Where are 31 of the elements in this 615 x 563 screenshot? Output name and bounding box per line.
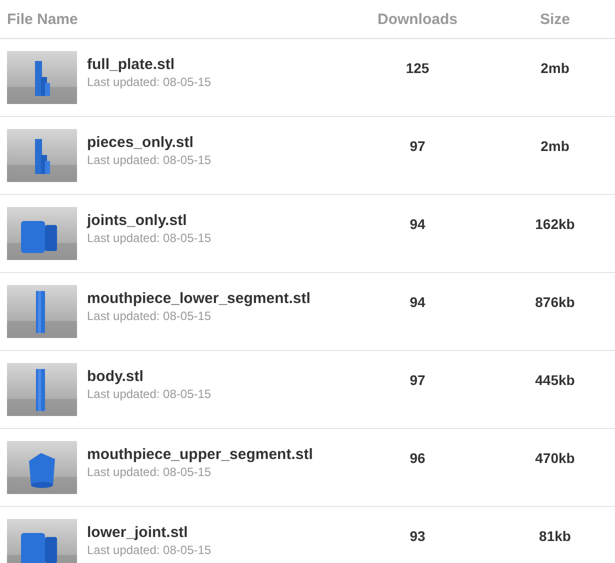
last-updated: Last updated: 08-05-15 (87, 387, 212, 401)
file-size: 876kb (535, 294, 575, 310)
file-name[interactable]: full_plate.stl (87, 56, 212, 73)
download-count: 94 (410, 294, 426, 310)
file-name[interactable]: body.stl (87, 368, 212, 385)
column-header: Size (540, 10, 570, 28)
download-count: 94 (410, 216, 426, 232)
file-name[interactable]: joints_only.stl (87, 212, 212, 229)
last-updated: Last updated: 08-05-15 (87, 153, 212, 167)
download-count: 97 (410, 138, 426, 154)
download-count: 97 (410, 372, 426, 388)
file-size: 470kb (535, 450, 575, 466)
last-updated: Last updated: 08-05-15 (87, 543, 212, 557)
file-size: 81kb (539, 528, 571, 544)
last-updated: Last updated: 08-05-15 (87, 465, 212, 479)
download-count: 96 (410, 450, 426, 466)
file-name[interactable]: pieces_only.stl (87, 134, 212, 151)
last-updated: Last updated: 08-05-15 (87, 75, 212, 89)
download-count: 93 (410, 528, 426, 544)
file-size: 2mb (540, 138, 570, 154)
file-name[interactable]: mouthpiece_upper_segment.stl (87, 446, 313, 463)
file-size: 2mb (540, 60, 570, 76)
file-name[interactable]: mouthpiece_lower_segment.stl (87, 290, 310, 307)
column-header: Downloads (377, 10, 458, 28)
last-updated: Last updated: 08-05-15 (87, 309, 212, 323)
file-name[interactable]: lower_joint.stl (87, 524, 212, 541)
download-count: 125 (406, 60, 430, 76)
file-size: 162kb (535, 216, 575, 232)
column-header: File Name (6, 10, 78, 28)
file-size: 445kb (535, 372, 575, 388)
last-updated: Last updated: 08-05-15 (87, 231, 212, 245)
